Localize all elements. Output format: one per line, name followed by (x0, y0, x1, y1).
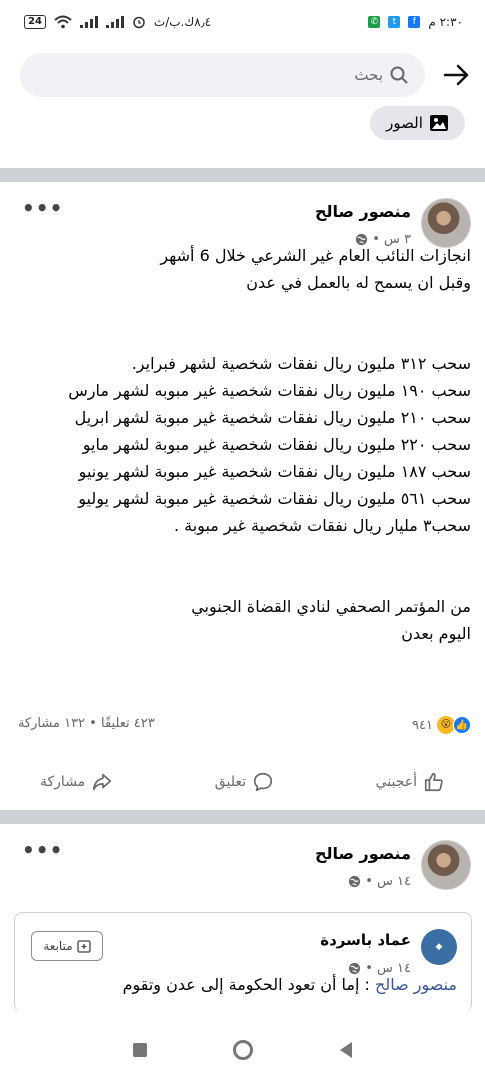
reaction-count: ٩٤١ (412, 717, 433, 733)
back-button[interactable] (339, 1042, 352, 1058)
comment-label: تعليق (214, 774, 246, 790)
follow-label: متابعة (43, 939, 73, 953)
status-right: ✆ t f ٢:٣٠ م (368, 15, 463, 29)
photos-label: الصور (386, 114, 423, 132)
comments-shares-count[interactable]: ٤٢٣ تعليقًا • ١٣٢ مشاركة (18, 716, 155, 731)
like-reaction-icon: 👍 (453, 716, 471, 734)
post-time-2: ١٤ س • (365, 874, 411, 889)
search-icon (390, 66, 408, 84)
wifi-icon (54, 15, 72, 29)
post-meta-2: ١٤ س • (348, 874, 411, 889)
network-speed: ٨٫٤ك.ب/ث (153, 15, 212, 29)
search-input[interactable]: بحث (20, 53, 425, 97)
alarm-icon (133, 16, 145, 29)
status-time: ٢:٣٠ م (428, 15, 463, 29)
system-nav-bar (0, 1020, 485, 1080)
search-header: بحث (0, 48, 485, 104)
signal-icon (79, 16, 98, 28)
more-options-button[interactable]: ••• (22, 196, 63, 220)
status-bar: 24 ٨٫٤ك.ب/ث ✆ t f ٢:٣٠ م (0, 0, 485, 44)
like-label: أعجبني (375, 774, 417, 790)
reactions-summary[interactable]: ٩٤١ 😮 👍 (412, 716, 471, 734)
like-button[interactable]: أعجبني (376, 771, 445, 793)
shared-text: منصور صالح : إما أن تعود الحكومة إلى عدن… (123, 975, 457, 994)
shared-time: ١٤ س • (365, 961, 411, 976)
shared-post-card[interactable]: ◆ عماد باسردة ١٤ س • متابعة منصور صالح :… (14, 912, 472, 1012)
post-card: منصور صالح ٣ س • ••• انجازات النائب العا… (0, 182, 485, 802)
shared-author[interactable]: عماد باسردة (320, 931, 411, 949)
twitter-icon: t (388, 16, 401, 28)
more-options-button-2[interactable]: ••• (22, 838, 63, 862)
search-placeholder: بحث (354, 66, 383, 84)
comment-icon (253, 772, 273, 792)
recents-button[interactable] (133, 1043, 148, 1057)
post-text: انجازات النائب العام غير الشرعي خلال 6 أ… (68, 246, 471, 643)
thumbs-up-icon (424, 772, 443, 792)
add-follow-icon (76, 940, 91, 953)
feed-divider-2 (0, 810, 485, 824)
photos-icon (429, 115, 448, 131)
back-arrow-icon[interactable] (441, 60, 471, 90)
shared-meta: ١٤ س • (348, 961, 411, 976)
globe-icon (349, 875, 361, 888)
share-icon (93, 773, 112, 791)
phone-app-icon: ✆ (368, 16, 381, 28)
avatar[interactable] (421, 198, 471, 248)
photos-chip[interactable]: الصور (370, 106, 465, 140)
post-author-2[interactable]: منصور صالح (315, 844, 411, 863)
share-button[interactable]: مشاركة (40, 771, 113, 793)
battery-icon: 24 (24, 15, 46, 29)
feed-divider (0, 168, 485, 182)
home-button[interactable] (233, 1040, 254, 1060)
facebook-icon: f (408, 16, 421, 28)
signal-icon-2 (105, 16, 124, 28)
mention-link[interactable]: منصور صالح (375, 975, 457, 994)
share-label: مشاركة (40, 774, 86, 790)
status-left: 24 ٨٫٤ك.ب/ث (24, 15, 211, 29)
post-author[interactable]: منصور صالح (315, 202, 411, 221)
shared-avatar[interactable]: ◆ (421, 929, 457, 965)
avatar-2[interactable] (421, 840, 471, 890)
shared-body: : إما أن تعود الحكومة إلى عدن وتقوم (122, 975, 375, 994)
globe-icon (349, 962, 361, 975)
comment-button[interactable]: تعليق (215, 771, 274, 793)
follow-button[interactable]: متابعة (31, 931, 103, 961)
post-actions: أعجبني تعليق مشاركة (0, 760, 485, 804)
